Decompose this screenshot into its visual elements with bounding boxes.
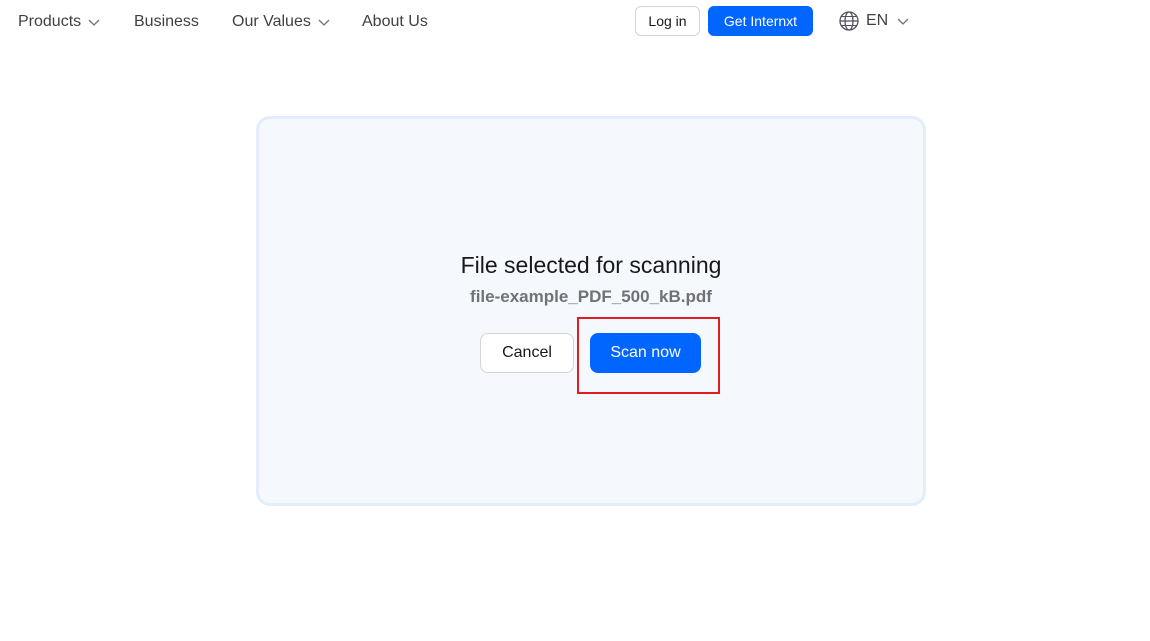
file-scan-card: File selected for scanning file-example_… (256, 116, 926, 506)
globe-icon (838, 10, 860, 32)
nav-item-our-values[interactable]: Our Values (232, 11, 331, 33)
selected-file-name: file-example_PDF_500_kB.pdf (470, 287, 712, 306)
nav-item-label: About Us (362, 13, 428, 30)
chevron-down-icon (317, 15, 331, 29)
cancel-button[interactable]: Cancel (480, 333, 574, 373)
get-internxt-button[interactable]: Get Internxt (708, 6, 813, 36)
nav-item-label: Our Values (232, 13, 311, 30)
nav-item-about-us[interactable]: About Us (362, 11, 428, 33)
chevron-down-icon (87, 15, 101, 29)
nav-item-products[interactable]: Products (18, 11, 101, 33)
language-label: EN (866, 12, 889, 29)
language-selector[interactable]: EN (838, 10, 910, 32)
top-navigation: Products Business Our Values About Us Lo… (0, 0, 1150, 44)
nav-item-business[interactable]: Business (134, 11, 199, 33)
scan-title: File selected for scanning (460, 252, 722, 278)
nav-item-label: Business (134, 13, 199, 30)
scan-now-button[interactable]: Scan now (590, 333, 701, 373)
nav-item-label: Products (18, 13, 82, 30)
login-button[interactable]: Log in (635, 6, 700, 36)
chevron-down-icon (896, 14, 910, 28)
